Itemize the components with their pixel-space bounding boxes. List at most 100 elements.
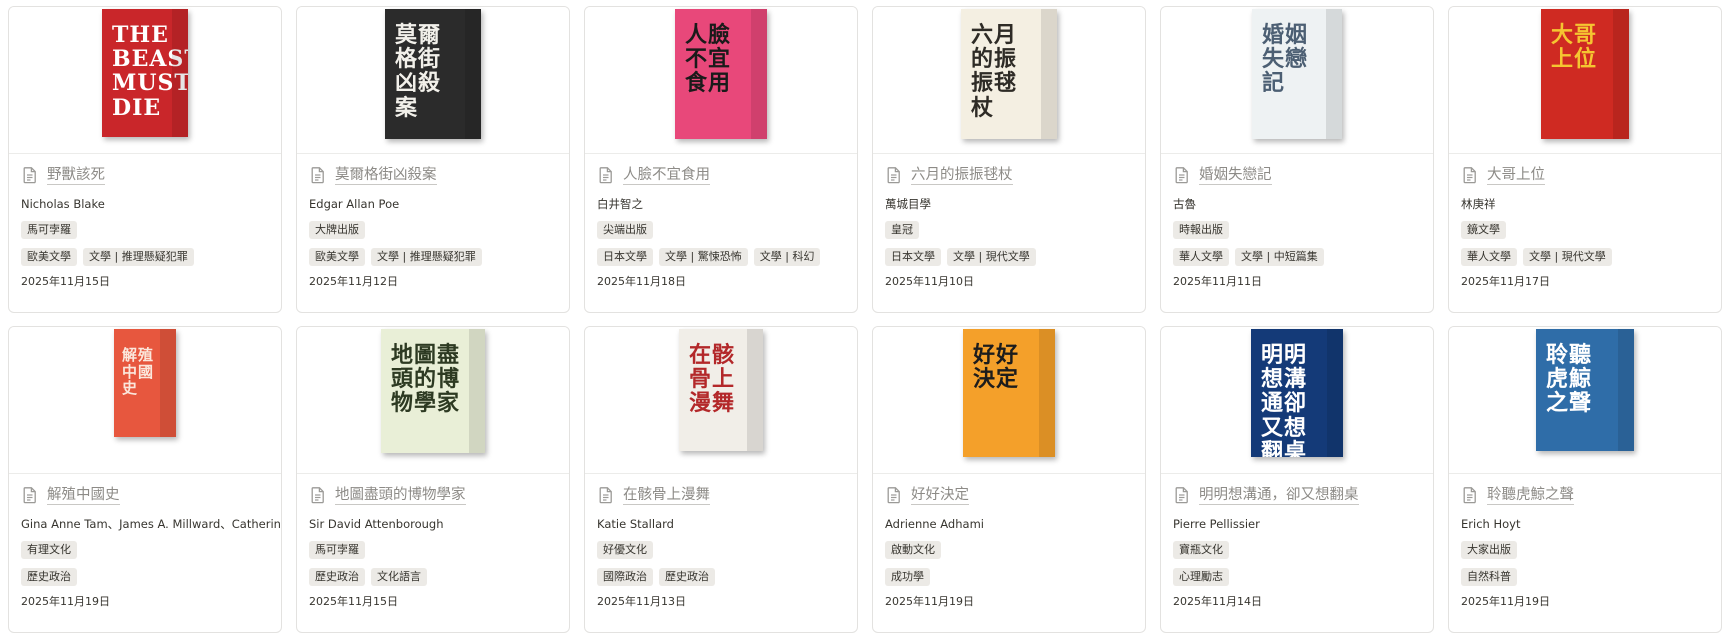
card-title[interactable]: 解殖中國史 (21, 484, 281, 506)
document-icon (599, 487, 612, 504)
card-title[interactable]: 大哥上位 (1461, 164, 1721, 186)
date-text: 2025年11月13日 (597, 595, 686, 608)
book-title-link[interactable]: 好好決定 (911, 486, 969, 505)
cover-lettering: 人臉不宜食用 (685, 22, 732, 97)
card-title[interactable]: 好好決定 (885, 484, 1145, 506)
category-tag: 歷史政治 (21, 568, 77, 586)
book-spine (1326, 9, 1342, 139)
cover-area: 聆聽虎鯨之聲 (1449, 327, 1721, 474)
category-tag: 文學 | 中短篇集 (1235, 248, 1324, 266)
book-card[interactable]: 大哥上位 大哥上位 林庚祥 鏡文學 華人文學 文學 | 現代文學 2025年11月… (1448, 6, 1722, 313)
category-tag: 成功學 (885, 568, 930, 586)
publisher-tag: 大牌出版 (309, 221, 365, 239)
author-text: Edgar Allan Poe (309, 197, 400, 211)
card-title[interactable]: 人臉不宜食用 (597, 164, 857, 186)
publisher-row: 寶瓶文化 (1173, 541, 1433, 559)
book-spine (751, 9, 767, 139)
book-card[interactable]: 婚姻失戀記 婚姻失戀記 古魯 時報出版 華人文學 文學 | 中短篇集 2025年1… (1160, 6, 1434, 313)
book-cover-image: THE BEAST MUST DIE (102, 9, 188, 137)
document-icon (23, 487, 36, 504)
book-card[interactable]: 聆聽虎鯨之聲 聆聽虎鯨之聲 Erich Hoyt 大家出版 自然科普 2025年… (1448, 326, 1722, 633)
category-row: 成功學 (885, 568, 1145, 586)
book-card[interactable]: 在骸骨上漫舞 在骸骨上漫舞 Katie Stallard 好優文化 國際政治 歷史… (584, 326, 858, 633)
category-tag: 文學 | 推理懸疑犯罪 (83, 248, 194, 266)
category-row: 心理勵志 (1173, 568, 1433, 586)
book-cover-image: 六月的振振毬杖 (961, 9, 1057, 139)
card-title[interactable]: 野獸該死 (21, 164, 281, 186)
book-title-link[interactable]: 在骸骨上漫舞 (623, 486, 710, 505)
cover-lettering: 明明想溝通卻又想翻桌 (1261, 342, 1308, 457)
publisher-row: 尖端出版 (597, 221, 857, 239)
cover-area: 莫爾格街凶殺案 (297, 7, 569, 154)
document-icon (887, 487, 900, 504)
publisher-tag: 寶瓶文化 (1173, 541, 1229, 559)
book-card[interactable]: THE BEAST MUST DIE 野獸該死 Nicholas Blake 馬… (8, 6, 282, 313)
publisher-row: 馬可孛羅 (21, 221, 281, 239)
book-cover-image: 人臉不宜食用 (675, 9, 767, 139)
date-text: 2025年11月10日 (885, 275, 974, 288)
book-spine (1613, 9, 1629, 139)
book-card[interactable]: 六月的振振毬杖 六月的振振毬杖 萬城目學 皇冠 日本文學 文學 | 現代文學 20… (872, 6, 1146, 313)
category-tag: 心理勵志 (1173, 568, 1229, 586)
cover-lettering: 聆聽虎鯨之聲 (1546, 342, 1593, 417)
card-title[interactable]: 明明想溝通，卻又想翻桌 (1173, 484, 1433, 506)
book-spine (747, 329, 763, 451)
card-title[interactable]: 莫爾格街凶殺案 (309, 164, 569, 186)
category-tag: 自然科普 (1461, 568, 1517, 586)
book-cover-image: 莫爾格街凶殺案 (385, 9, 481, 139)
book-title-link[interactable]: 地圖盡頭的博物學家 (335, 486, 466, 505)
card-title[interactable]: 婚姻失戀記 (1173, 164, 1433, 186)
category-tag: 華人文學 (1461, 248, 1517, 266)
book-cover-image: 大哥上位 (1541, 9, 1629, 139)
category-tag: 文學 | 推理懸疑犯罪 (371, 248, 482, 266)
card-title[interactable]: 聆聽虎鯨之聲 (1461, 484, 1721, 506)
publisher-row: 大牌出版 (309, 221, 569, 239)
book-card[interactable]: 莫爾格街凶殺案 莫爾格街凶殺案 Edgar Allan Poe 大牌出版 歐美文… (296, 6, 570, 313)
author-text: 萬城目學 (885, 197, 931, 211)
book-title-link[interactable]: 解殖中國史 (47, 486, 120, 505)
card-title[interactable]: 六月的振振毬杖 (885, 164, 1145, 186)
book-title-link[interactable]: 野獸該死 (47, 166, 105, 185)
publisher-row: 啟動文化 (885, 541, 1145, 559)
document-icon (1463, 167, 1476, 184)
date-text: 2025年11月18日 (597, 275, 686, 288)
publisher-tag: 馬可孛羅 (309, 541, 365, 559)
book-title-link[interactable]: 六月的振振毬杖 (911, 166, 1013, 185)
book-card[interactable]: 人臉不宜食用 人臉不宜食用 白井智之 尖端出版 日本文學 文學 | 驚悚恐怖 文學 … (584, 6, 858, 313)
date-text: 2025年11月11日 (1173, 275, 1262, 288)
book-title-link[interactable]: 大哥上位 (1487, 166, 1545, 185)
book-title-link[interactable]: 聆聽虎鯨之聲 (1487, 486, 1574, 505)
date-text: 2025年11月14日 (1173, 595, 1262, 608)
category-tag: 歷史政治 (309, 568, 365, 586)
author-text: Sir David Attenborough (309, 517, 444, 531)
book-card[interactable]: 解殖中國史 解殖中國史 Gina Anne Tam、James A. Millw… (8, 326, 282, 633)
author-text: Nicholas Blake (21, 197, 105, 211)
publisher-row: 皇冠 (885, 221, 1145, 239)
document-icon (311, 167, 324, 184)
date-text: 2025年11月15日 (309, 595, 398, 608)
book-card[interactable]: 明明想溝通卻又想翻桌 明明想溝通，卻又想翻桌 Pierre Pellissier… (1160, 326, 1434, 633)
document-icon (23, 167, 36, 184)
book-title-link[interactable]: 明明想溝通，卻又想翻桌 (1199, 486, 1359, 505)
publisher-row: 鏡文學 (1461, 221, 1721, 239)
card-title[interactable]: 地圖盡頭的博物學家 (309, 484, 569, 506)
category-row: 華人文學 文學 | 現代文學 (1461, 248, 1721, 266)
book-title-link[interactable]: 婚姻失戀記 (1199, 166, 1272, 185)
book-spine (1618, 329, 1634, 451)
date-text: 2025年11月15日 (21, 275, 110, 288)
book-card[interactable]: 好好決定 好好決定 Adrienne Adhami 啟動文化 成功學 2025年… (872, 326, 1146, 633)
author-text: Katie Stallard (597, 517, 674, 531)
document-icon (599, 167, 612, 184)
book-spine (1327, 329, 1343, 457)
cover-lettering: 大哥上位 (1551, 22, 1598, 73)
book-card[interactable]: 地圖盡頭的博物學家 地圖盡頭的博物學家 Sir David Attenborou… (296, 326, 570, 633)
author-text: 古魯 (1173, 197, 1196, 211)
cover-lettering: 六月的振振毬杖 (971, 22, 1018, 121)
book-title-link[interactable]: 人臉不宜食用 (623, 166, 710, 185)
book-title-link[interactable]: 莫爾格街凶殺案 (335, 166, 437, 185)
cover-area: 好好決定 (873, 327, 1145, 474)
cover-area: THE BEAST MUST DIE (9, 7, 281, 154)
cover-area: 地圖盡頭的博物學家 (297, 327, 569, 474)
card-title[interactable]: 在骸骨上漫舞 (597, 484, 857, 506)
category-row: 國際政治 歷史政治 (597, 568, 857, 586)
